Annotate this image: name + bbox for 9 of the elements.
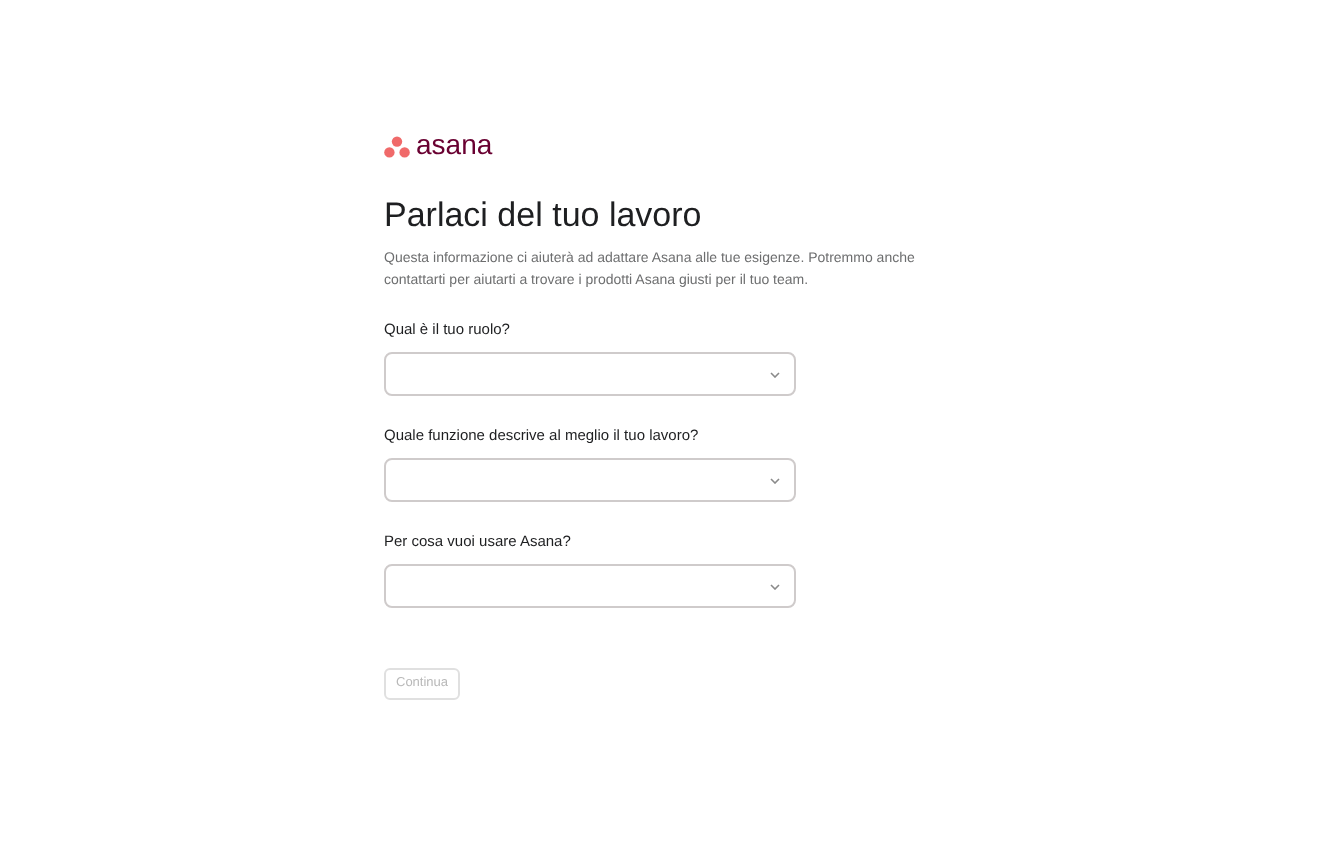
select-field[interactable] xyxy=(384,564,796,608)
select-field[interactable] xyxy=(384,352,796,396)
chevron-down-icon xyxy=(770,583,780,589)
chevron-down-icon xyxy=(770,477,780,483)
select-field[interactable] xyxy=(384,458,796,502)
page-title: Parlaci del tuo lavoro xyxy=(384,194,704,238)
chevron-down-icon xyxy=(770,371,780,377)
logo-icon xyxy=(384,135,410,157)
logo-text: asana xyxy=(416,130,493,158)
